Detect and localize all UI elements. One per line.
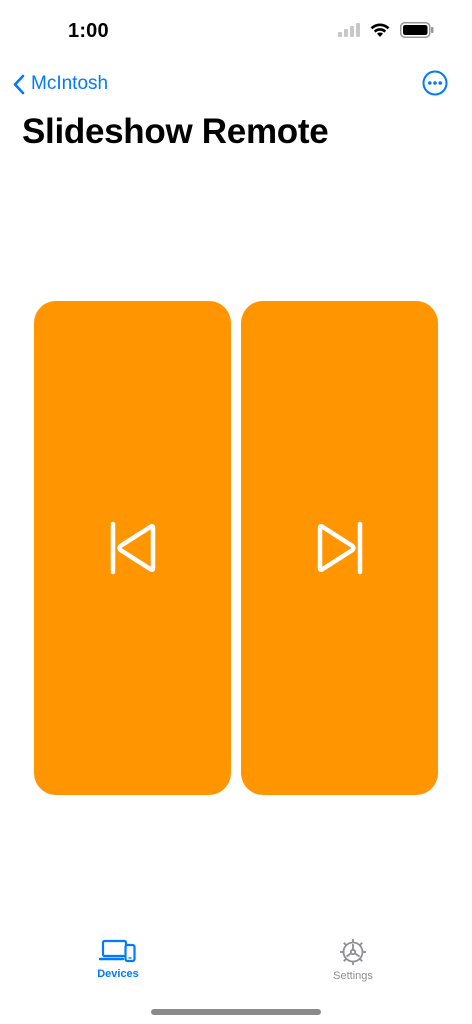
home-indicator [151,1009,321,1015]
cellular-signal-icon [338,23,360,37]
chevron-left-icon [13,74,25,94]
tab-devices[interactable]: Devices [58,938,178,980]
back-button-label: McIntosh [31,73,109,94]
next-slide-button[interactable] [241,301,438,795]
tab-settings-label: Settings [333,970,373,982]
battery-icon [400,22,434,38]
tab-settings[interactable]: Settings [293,938,413,982]
previous-slide-button[interactable] [34,301,231,795]
status-bar: 1:00 [0,0,472,60]
ellipsis-circle-icon [422,70,448,96]
backward-end-icon [110,521,155,575]
wifi-icon [370,22,390,37]
status-time: 1:00 [68,20,109,42]
tab-devices-label: Devices [97,968,139,980]
laptop-phone-icon [99,939,136,963]
status-icons [338,22,434,38]
navigation-bar: McIntosh [0,62,472,106]
back-button[interactable]: McIntosh [12,68,108,100]
forward-end-icon [317,521,362,575]
more-options-button[interactable] [422,70,448,96]
page-title: Slideshow Remote [22,112,329,151]
gear-icon [340,939,366,965]
